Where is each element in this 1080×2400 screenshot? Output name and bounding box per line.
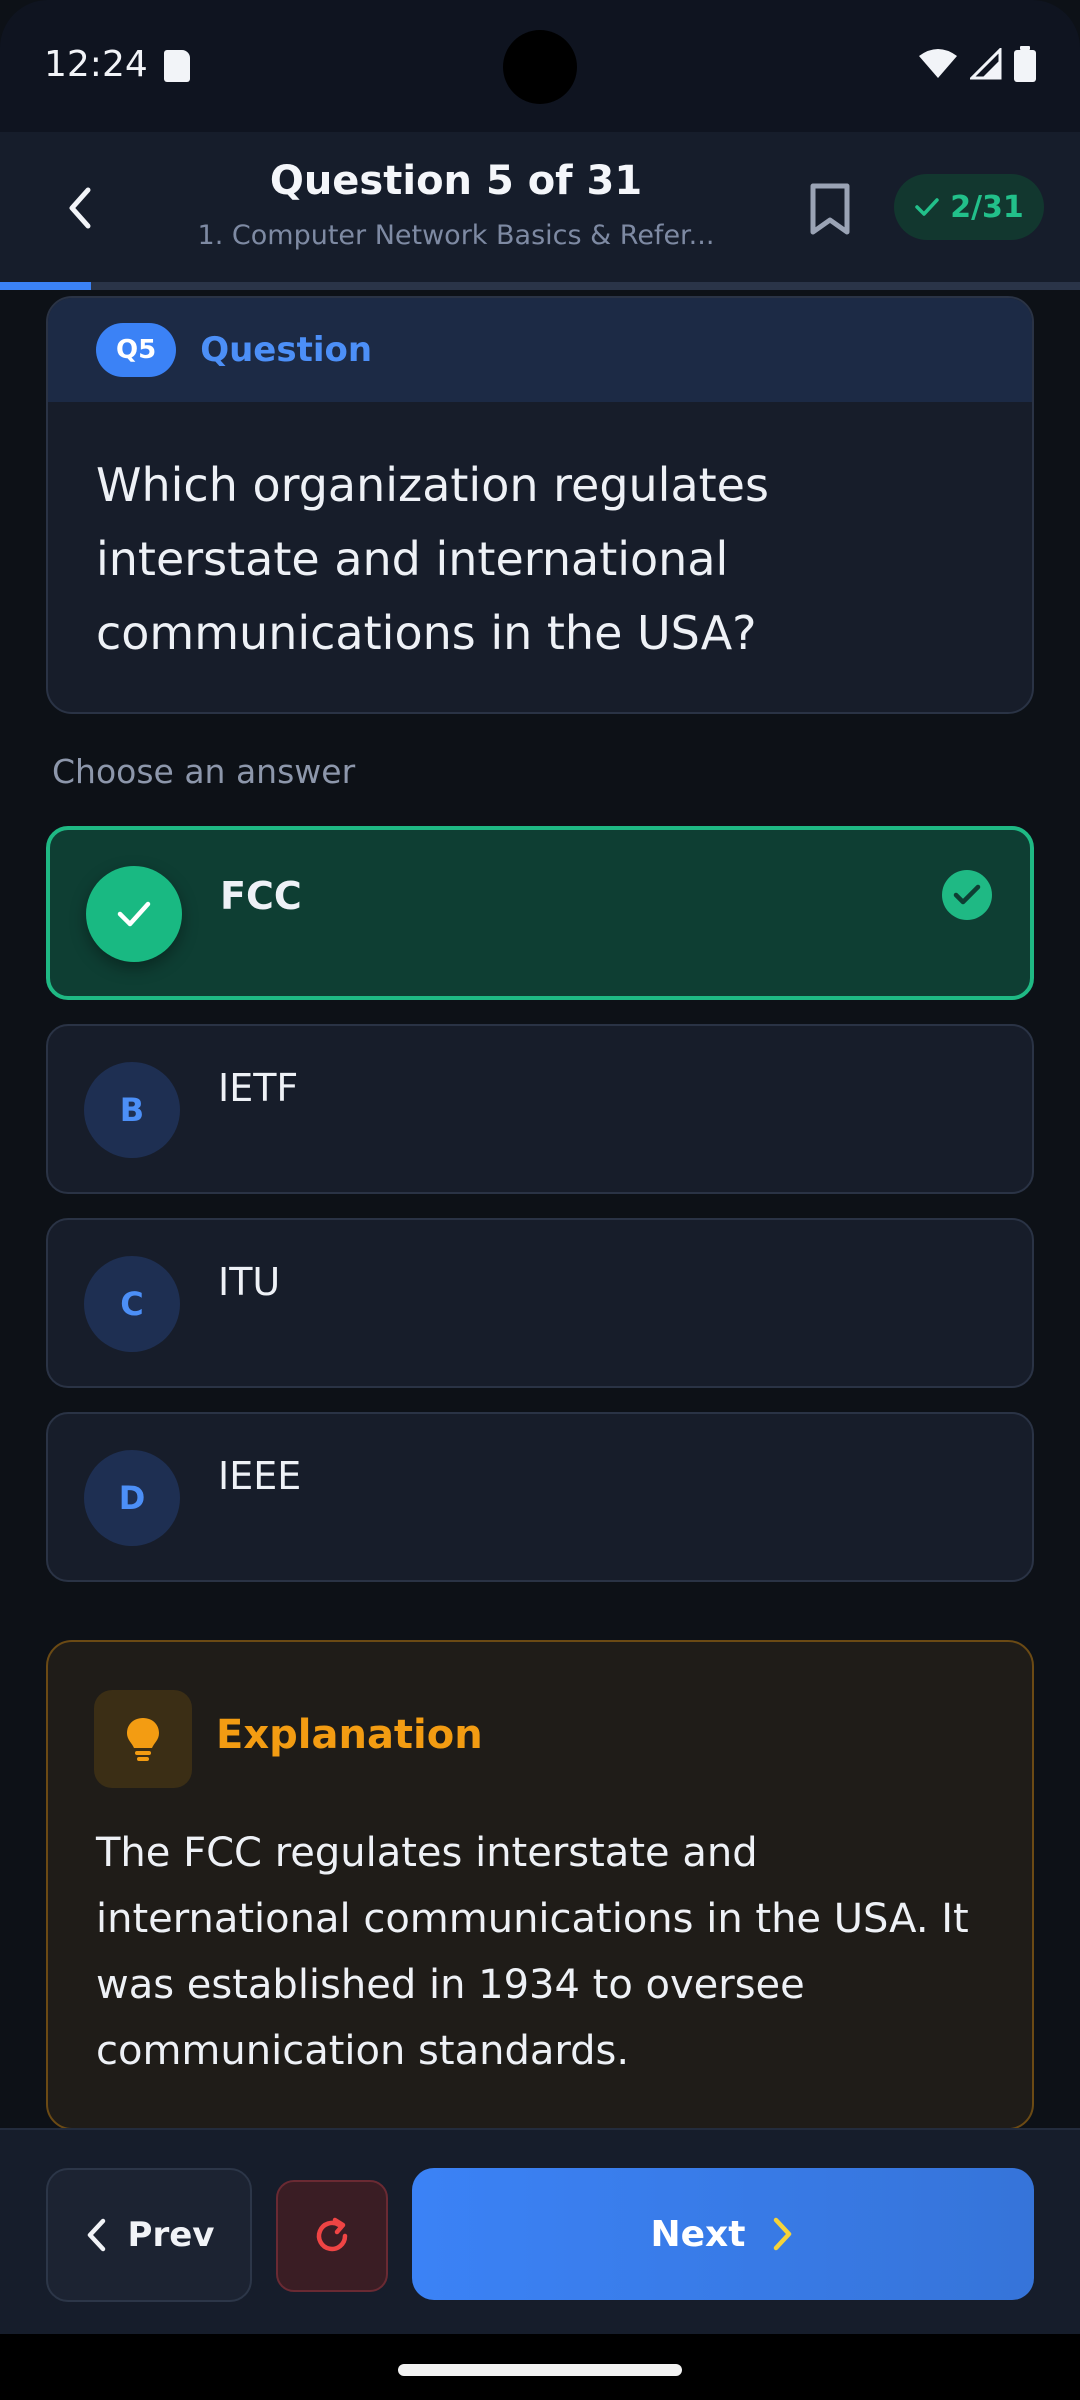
- progress-bar: [0, 282, 1080, 290]
- next-button[interactable]: Next: [412, 2168, 1034, 2300]
- option-text: FCC: [220, 874, 302, 918]
- progress-fill: [0, 282, 91, 290]
- check-circle-icon: [942, 870, 992, 920]
- answer-option-d[interactable]: D IEEE: [46, 1412, 1034, 1582]
- option-letter: C: [84, 1256, 180, 1352]
- explanation-title: Explanation: [216, 1712, 483, 1758]
- option-text: ITU: [218, 1260, 281, 1304]
- question-label: Question: [200, 330, 373, 370]
- score-badge: 2/31: [894, 174, 1044, 240]
- option-text: IEEE: [218, 1454, 302, 1498]
- question-number-badge: Q5: [96, 323, 177, 377]
- question-card: Q5 Question Which organization regulates…: [46, 296, 1034, 714]
- app-header: Question 5 of 31 1. Computer Network Bas…: [0, 132, 1080, 284]
- option-letter: D: [84, 1450, 180, 1546]
- option-letter: B: [84, 1062, 180, 1158]
- answer-option-c[interactable]: C ITU: [46, 1218, 1034, 1388]
- signal-icon: [970, 48, 1002, 80]
- answer-prompt: Choose an answer: [52, 752, 356, 791]
- answer-option-b[interactable]: B IETF: [46, 1024, 1034, 1194]
- answer-option-a[interactable]: FCC: [46, 826, 1034, 1000]
- option-check-circle: [86, 866, 182, 962]
- sd-card-icon: [164, 50, 190, 82]
- lightbulb-icon: [94, 1690, 192, 1788]
- chevron-left-icon: [69, 187, 91, 229]
- home-indicator[interactable]: [398, 2364, 682, 2376]
- page-subtitle: 1. Computer Network Basics & Refer...: [197, 220, 715, 251]
- camera-cutout: [503, 30, 577, 104]
- score-text: 2/31: [950, 189, 1024, 225]
- prev-label: Prev: [127, 2215, 215, 2255]
- question-text: Which organization regulates interstate …: [96, 458, 769, 660]
- status-time: 12:24: [44, 44, 148, 85]
- status-icons: [918, 46, 1036, 82]
- bookmark-button[interactable]: [800, 176, 860, 242]
- explanation-text: The FCC regulates interstate and interna…: [96, 1830, 969, 2074]
- reset-button[interactable]: [276, 2180, 388, 2292]
- page-title: Question 5 of 31: [269, 158, 643, 204]
- prev-button[interactable]: Prev: [46, 2168, 252, 2302]
- battery-icon: [1014, 46, 1036, 82]
- chevron-left-icon: [87, 2218, 105, 2252]
- check-icon: [915, 198, 939, 216]
- option-text: IETF: [218, 1066, 299, 1110]
- next-label: Next: [650, 2213, 746, 2255]
- status-bar: 12:24: [0, 0, 1080, 132]
- bookmark-icon: [810, 183, 850, 235]
- explanation-card: Explanation The FCC regulates interstate…: [46, 1640, 1034, 2130]
- chevron-right-icon: [774, 2217, 792, 2251]
- question-card-header: Q5 Question: [48, 298, 1032, 402]
- refresh-icon: [316, 2217, 348, 2252]
- check-icon: [117, 901, 151, 927]
- back-button[interactable]: [40, 168, 120, 248]
- wifi-icon: [919, 49, 957, 78]
- bottom-action-bar: Prev Next: [0, 2128, 1080, 2334]
